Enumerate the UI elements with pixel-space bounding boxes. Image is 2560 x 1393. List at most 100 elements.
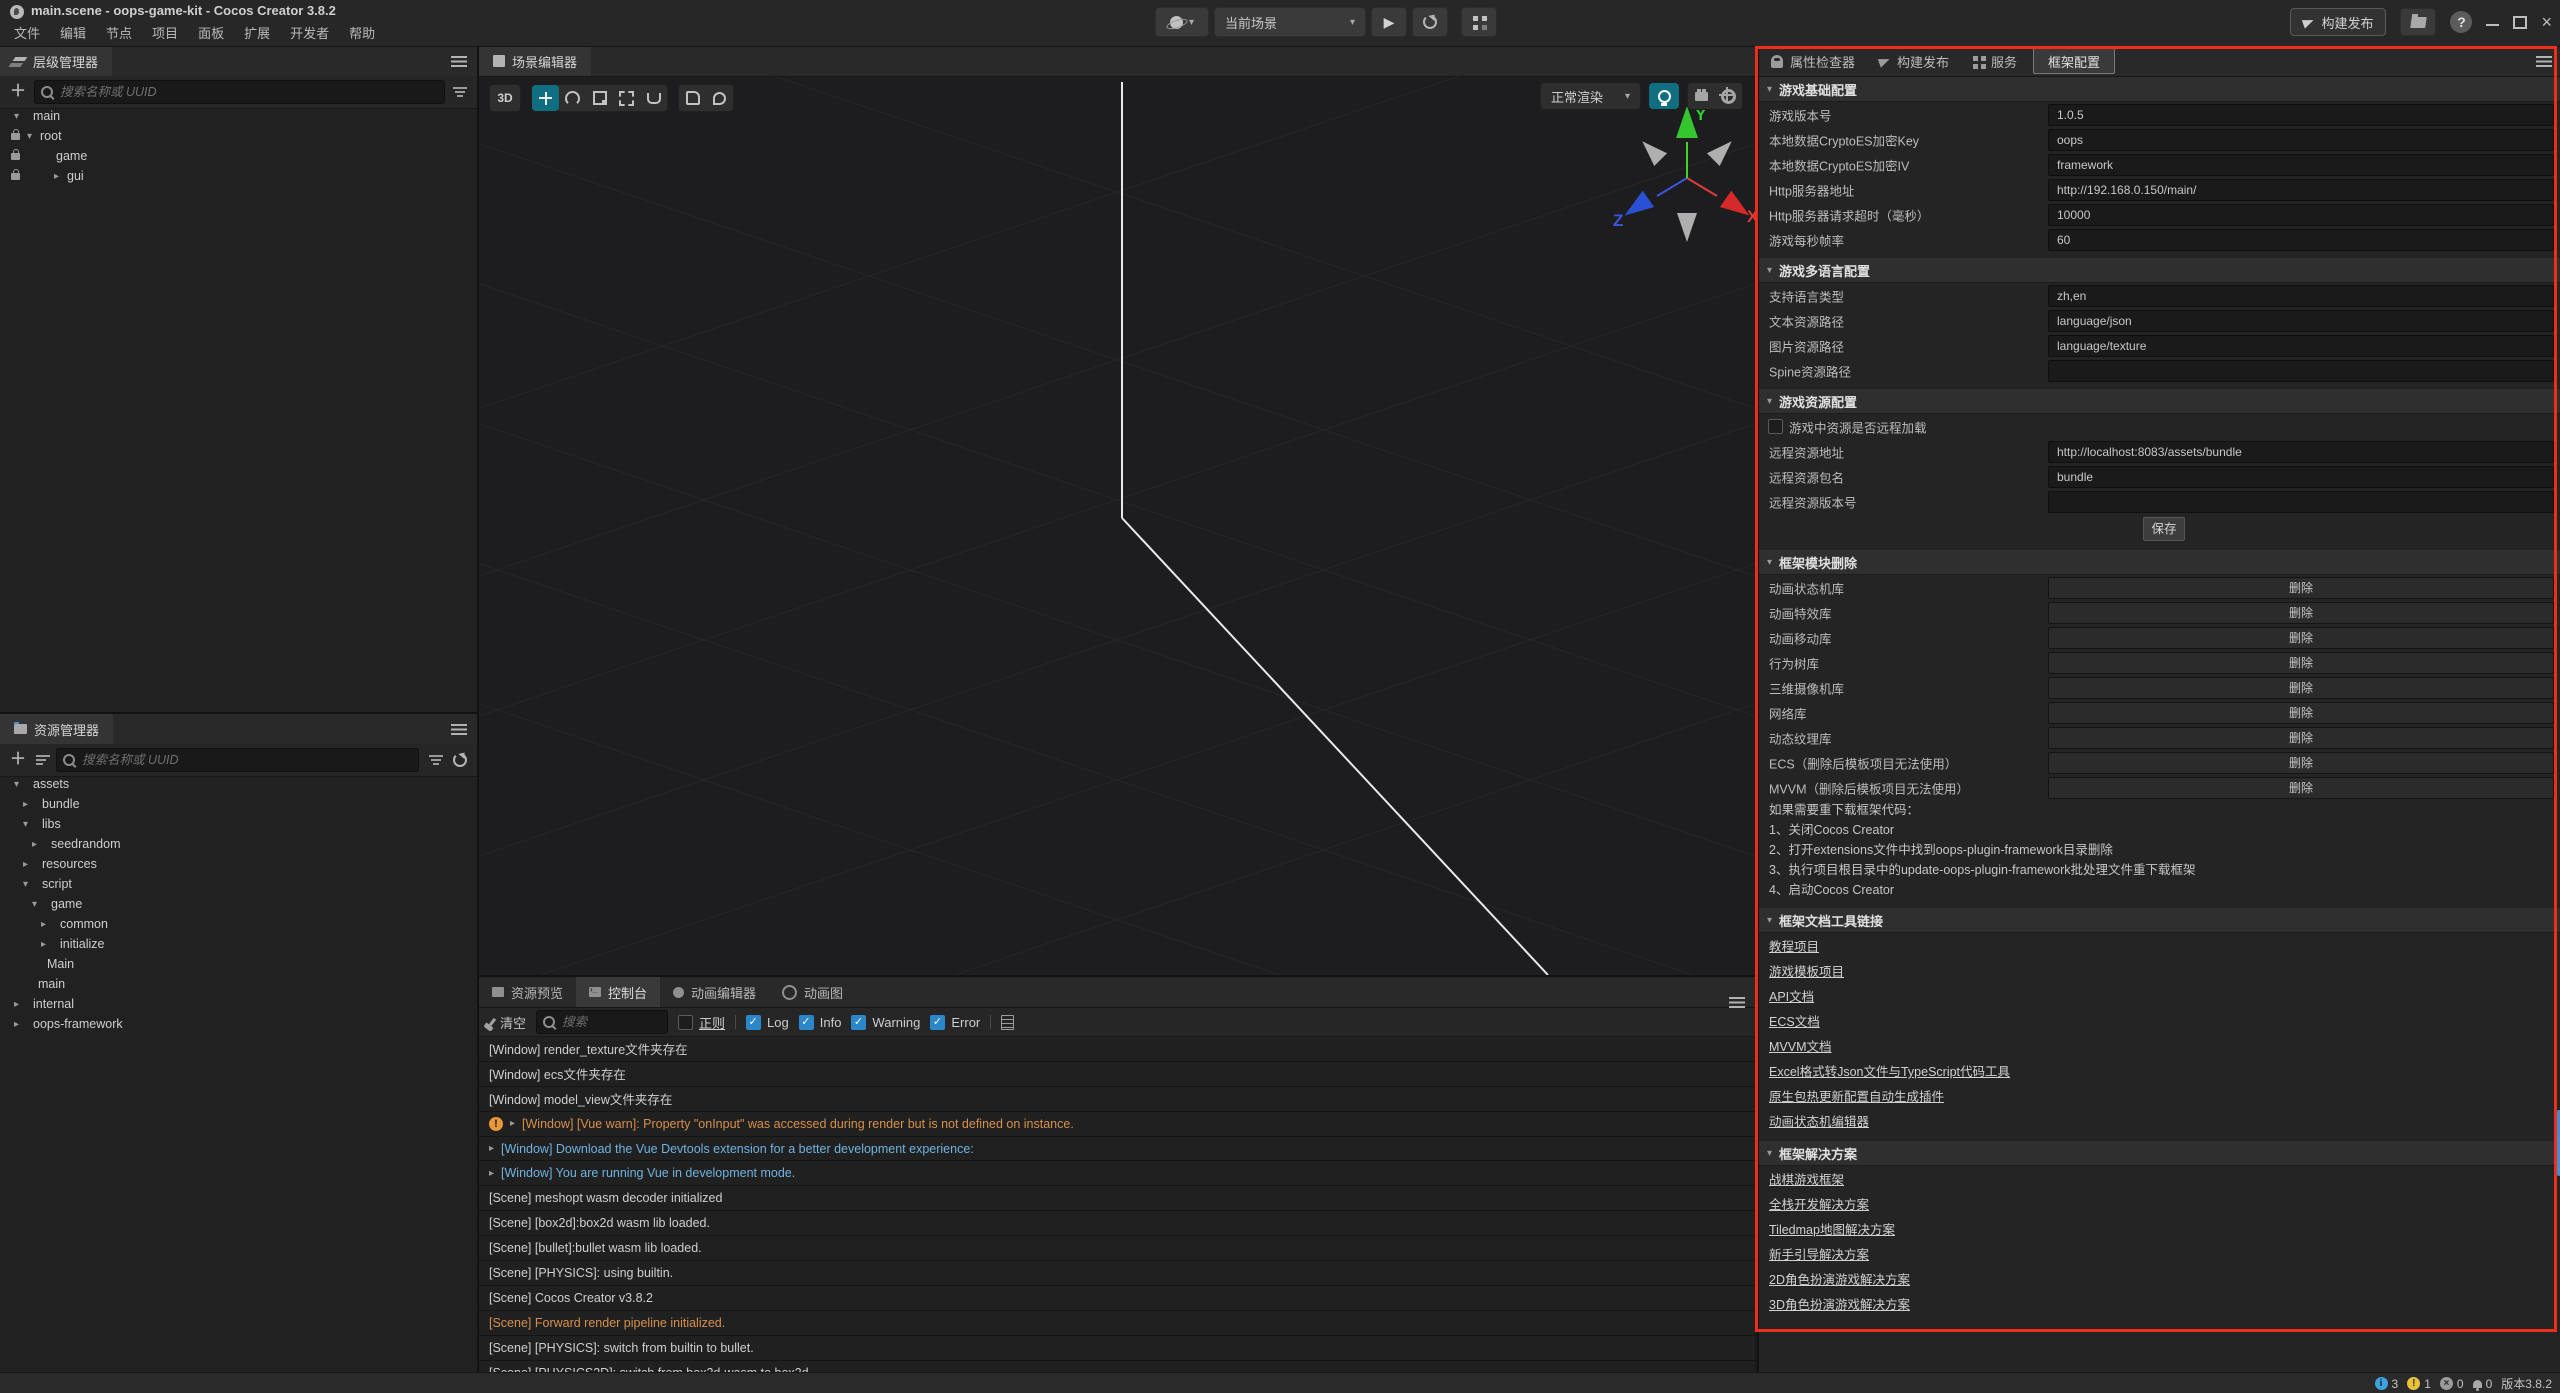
- asset-row[interactable]: initialize: [0, 934, 477, 954]
- panel-menu-icon[interactable]: [451, 56, 467, 67]
- notification-count[interactable]: 0: [2473, 1377, 2493, 1391]
- mode-3d-toggle[interactable]: 3D: [489, 84, 521, 112]
- lighting-toggle-button[interactable]: [1649, 83, 1679, 109]
- hierarchy-tab[interactable]: 层级管理器: [0, 46, 112, 76]
- restart-button[interactable]: [1412, 7, 1448, 37]
- play-button[interactable]: ▶: [1371, 7, 1407, 37]
- lock-icon[interactable]: [11, 133, 20, 140]
- doc-link[interactable]: API文档: [1769, 986, 1814, 1005]
- tab-framework-config[interactable]: 框架配置: [2033, 48, 2115, 74]
- hierarchy-node-row[interactable]: game: [0, 146, 477, 166]
- asset-row[interactable]: internal: [0, 994, 477, 1014]
- scale-tool-button[interactable]: [586, 85, 613, 111]
- tab-console[interactable]: 控制台: [576, 977, 660, 1007]
- preview-qr-button[interactable]: [1461, 7, 1497, 37]
- asset-row[interactable]: common: [0, 914, 477, 934]
- tab-asset-preview[interactable]: 资源预览: [479, 977, 576, 1007]
- sort-icon[interactable]: [36, 759, 46, 761]
- doc-link[interactable]: ECS文档: [1769, 1011, 1820, 1030]
- tab-services[interactable]: 服务: [1961, 46, 2029, 76]
- menu-file[interactable]: 文件: [4, 24, 50, 44]
- move-tool-button[interactable]: [532, 85, 559, 111]
- expand-chevron-icon[interactable]: [14, 111, 27, 122]
- field-input[interactable]: [2048, 179, 2554, 201]
- clear-console-button[interactable]: 清空: [491, 1013, 526, 1032]
- log-row[interactable]: ! ▸ [Window] You are running Vue in deve…: [479, 1161, 1755, 1186]
- log-row[interactable]: ! ▸ [Scene] [box2d]:box2d wasm lib loade…: [479, 1211, 1755, 1236]
- field-input[interactable]: [2048, 335, 2554, 357]
- log-row[interactable]: ! ▸ [Window] model_view文件夹存在: [479, 1087, 1755, 1112]
- section-game-basic-config[interactable]: ▾ 游戏基础配置: [1759, 77, 2560, 102]
- save-button[interactable]: 保存: [2143, 517, 2185, 541]
- asset-row[interactable]: assets: [0, 774, 477, 794]
- log-row[interactable]: ! ▸ [Window] Download the Vue Devtools e…: [479, 1137, 1755, 1162]
- log-row[interactable]: ! ▸ [Scene] [PHYSICS]: switch from built…: [479, 1336, 1755, 1361]
- console-search-input[interactable]: [560, 1014, 661, 1030]
- solution-link[interactable]: Tiledmap地图解决方案: [1769, 1219, 1895, 1238]
- field-input[interactable]: [2048, 204, 2554, 226]
- doc-link[interactable]: 动画状态机编辑器: [1769, 1111, 1869, 1130]
- field-input[interactable]: [2048, 491, 2554, 513]
- expand-chevron-icon[interactable]: [23, 819, 36, 830]
- menu-panel[interactable]: 面板: [188, 24, 234, 44]
- checkbox-icon[interactable]: [746, 1015, 761, 1030]
- delete-module-button[interactable]: 删除: [2048, 602, 2554, 624]
- hierarchy-node-row[interactable]: main: [0, 106, 477, 126]
- collapse-chevron-icon[interactable]: ▾: [1767, 396, 1772, 407]
- collapse-chevron-icon[interactable]: ▾: [1767, 557, 1772, 568]
- scene-viewport[interactable]: Y X Z: [479, 76, 1755, 975]
- asset-row[interactable]: libs: [0, 814, 477, 834]
- checkbox-icon[interactable]: [851, 1015, 866, 1030]
- hierarchy-search[interactable]: [34, 80, 445, 104]
- scene-camera-button[interactable]: [1688, 83, 1715, 109]
- asset-row[interactable]: Main: [0, 954, 477, 974]
- refresh-icon[interactable]: [453, 753, 467, 767]
- checkbox-icon[interactable]: [678, 1015, 693, 1030]
- expand-chevron-icon[interactable]: [14, 999, 27, 1010]
- error-count[interactable]: × 0: [2440, 1377, 2464, 1391]
- asset-row[interactable]: oops-framework: [0, 1014, 477, 1034]
- expand-chevron-icon[interactable]: [41, 939, 54, 950]
- section-docs-links[interactable]: ▾ 框架文档工具链接: [1759, 908, 2560, 933]
- solution-link[interactable]: 战棋游戏框架: [1769, 1169, 1844, 1188]
- filter-icon[interactable]: [431, 759, 441, 761]
- menu-developer[interactable]: 开发者: [280, 24, 339, 44]
- expand-chevron-icon[interactable]: [32, 899, 45, 910]
- log-row[interactable]: ! ▸ [Window] render_texture文件夹存在: [479, 1037, 1755, 1062]
- menu-project[interactable]: 项目: [142, 24, 188, 44]
- doc-link[interactable]: MVVM文档: [1769, 1036, 1832, 1055]
- hierarchy-node-row[interactable]: gui: [0, 166, 477, 186]
- log-row[interactable]: ! ▸ [Scene] [PHYSICS]: using builtin.: [479, 1261, 1755, 1286]
- asset-row[interactable]: game: [0, 894, 477, 914]
- log-row[interactable]: ! ▸ [Scene] Cocos Creator v3.8.2: [479, 1286, 1755, 1311]
- section-game-resource-config[interactable]: ▾ 游戏资源配置: [1759, 389, 2560, 414]
- doc-link[interactable]: 游戏模板项目: [1769, 961, 1844, 980]
- solution-link[interactable]: 全栈开发解决方案: [1769, 1194, 1869, 1213]
- asset-row[interactable]: resources: [0, 854, 477, 874]
- asset-row[interactable]: script: [0, 874, 477, 894]
- menu-help[interactable]: 帮助: [339, 24, 385, 44]
- pivot-button[interactable]: [679, 85, 706, 111]
- panel-menu-icon[interactable]: [451, 724, 467, 735]
- console-search[interactable]: [536, 1010, 668, 1034]
- warning-count[interactable]: ! 1: [2407, 1377, 2431, 1391]
- panel-menu-icon[interactable]: [1729, 997, 1745, 1008]
- solution-link[interactable]: 2D角色扮演游戏解决方案: [1769, 1269, 1910, 1288]
- expand-chevron-icon[interactable]: [41, 919, 54, 930]
- expand-chevron-icon[interactable]: [23, 859, 36, 870]
- render-mode-select[interactable]: 正常渲染 ▾: [1540, 82, 1641, 110]
- rect-tool-button[interactable]: [613, 85, 640, 111]
- expand-chevron-icon[interactable]: [14, 1019, 27, 1030]
- hierarchy-search-input[interactable]: [58, 84, 438, 100]
- doc-link[interactable]: 教程项目: [1769, 936, 1819, 955]
- hierarchy-node-row[interactable]: root: [0, 126, 477, 146]
- collapse-chevron-icon[interactable]: ▾: [1767, 1148, 1772, 1159]
- help-button[interactable]: ?: [2450, 11, 2472, 33]
- lock-icon[interactable]: [11, 153, 20, 160]
- field-input[interactable]: [2048, 129, 2554, 151]
- collapse-chevron-icon[interactable]: ▾: [1767, 84, 1772, 95]
- delete-module-button[interactable]: 删除: [2048, 677, 2554, 699]
- expand-chevron-icon[interactable]: ▸: [489, 1143, 494, 1154]
- menu-node[interactable]: 节点: [96, 24, 142, 44]
- checkbox-icon[interactable]: [1768, 419, 1783, 434]
